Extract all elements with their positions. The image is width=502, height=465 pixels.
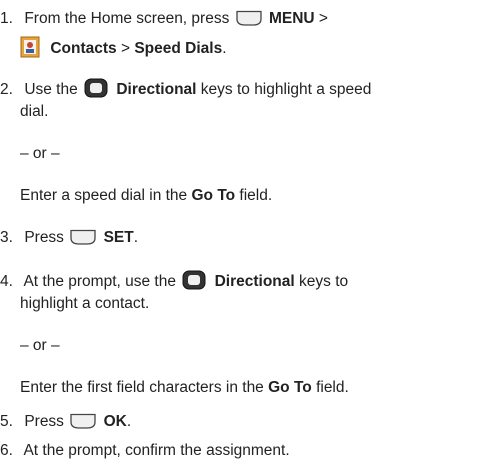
speed-dials-label: Speed Dials: [134, 40, 223, 57]
step-5: 5. Press OK.: [0, 411, 131, 433]
set-label: SET: [103, 229, 134, 246]
directional-label: Directional: [116, 81, 197, 98]
step-1-text: From the Home screen, press: [24, 10, 230, 27]
separator: >: [318, 10, 328, 27]
or-text: – or –: [20, 145, 60, 162]
step-number: 3.: [0, 229, 13, 246]
directional-key-icon: [84, 78, 108, 98]
step-2: 2. Use the Directional keys to highlight…: [0, 78, 371, 101]
step-2-alt-end: field.: [239, 187, 273, 204]
step-number: 5.: [0, 413, 13, 430]
softkey-icon: [235, 10, 262, 26]
step-4-line-2: highlight a contact.: [20, 293, 149, 315]
ok-label: OK: [103, 413, 127, 430]
step-4-alt: Enter the first field characters in the …: [20, 377, 349, 399]
step-1: 1. From the Home screen, press MENU >: [0, 8, 328, 30]
step-5-text: Press: [24, 413, 64, 430]
step-4-text: At the prompt, use the: [23, 273, 176, 290]
step-number: 2.: [0, 81, 13, 98]
or-divider: – or –: [20, 143, 60, 165]
contacts-icon: [20, 36, 40, 58]
step-2-text-cont: keys to highlight a speed: [200, 81, 372, 98]
step-number: 1.: [0, 10, 13, 27]
step-2-text: Use the: [24, 81, 78, 98]
step-4-text-end: highlight a contact.: [20, 295, 150, 312]
or-divider: – or –: [20, 335, 60, 357]
step-number: 4.: [0, 273, 13, 290]
period: .: [133, 229, 139, 246]
step-3: 3. Press SET.: [0, 227, 138, 249]
step-number: 6.: [0, 442, 13, 459]
step-3-text: Press: [24, 229, 64, 246]
step-4-text-cont: keys to: [299, 273, 349, 290]
step-2-line-2: dial.: [20, 101, 48, 123]
separator: >: [120, 40, 131, 57]
directional-key-icon: [182, 270, 206, 290]
period: .: [126, 413, 132, 430]
contacts-label: Contacts: [50, 40, 117, 57]
directional-label: Directional: [214, 273, 295, 290]
period: .: [222, 40, 227, 57]
menu-label: MENU: [268, 10, 315, 27]
step-2-text-end: dial.: [20, 103, 49, 120]
go-to-label: Go To: [268, 379, 312, 396]
or-text: – or –: [20, 337, 60, 354]
step-2-alt: Enter a speed dial in the Go To field.: [20, 185, 272, 207]
step-4-alt-end: field.: [316, 379, 349, 396]
step-2-alt-text: Enter a speed dial in the: [20, 187, 188, 204]
step-6-text: At the prompt, confirm the assignment.: [23, 442, 290, 459]
softkey-icon: [70, 229, 96, 245]
step-1-continued: Contacts > Speed Dials.: [20, 36, 227, 60]
go-to-label: Go To: [191, 187, 236, 204]
step-4-alt-text: Enter the first field characters in the: [20, 379, 264, 396]
step-4: 4. At the prompt, use the Directional ke…: [0, 270, 348, 293]
step-6: 6. At the prompt, confirm the assignment…: [0, 440, 290, 462]
softkey-icon: [70, 413, 96, 429]
